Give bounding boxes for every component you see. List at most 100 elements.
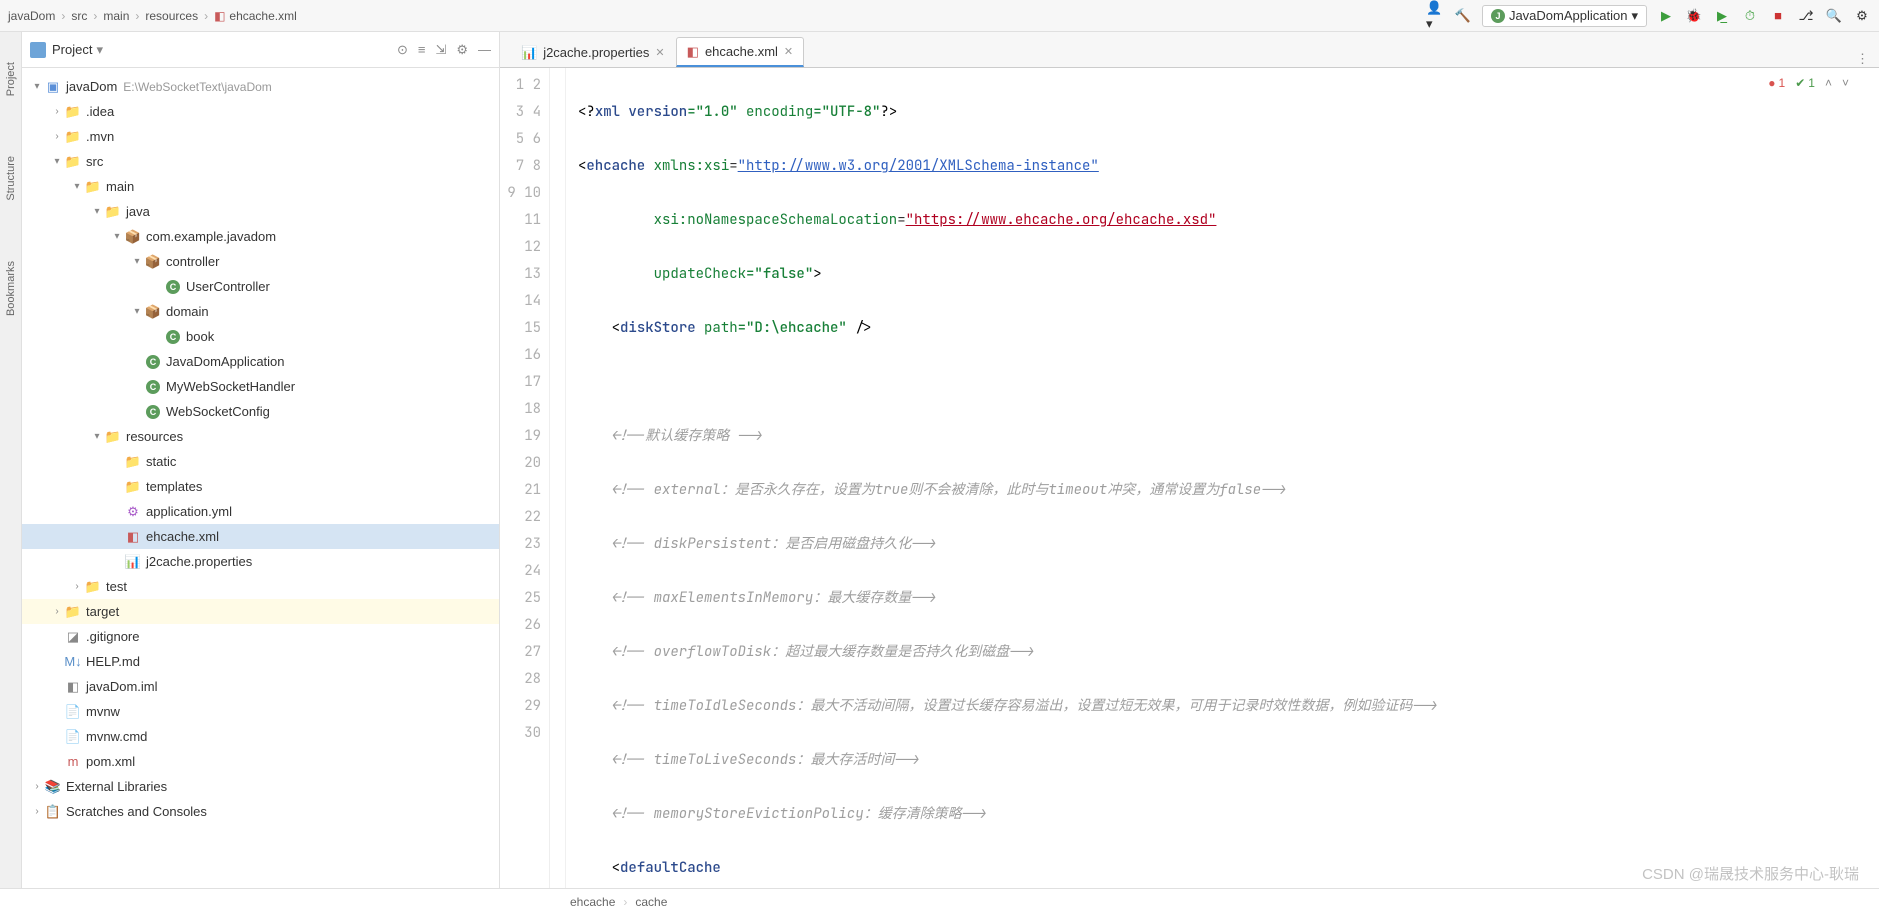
tree-root[interactable]: ▾ ▣ javaDom E:\WebSocketText\javaDom bbox=[22, 74, 499, 99]
project-tree[interactable]: ▾ ▣ javaDom E:\WebSocketText\javaDom › 📁… bbox=[22, 68, 499, 888]
tree-mvn[interactable]: › 📁 .mvn bbox=[22, 124, 499, 149]
profile-icon[interactable]: ⏱ bbox=[1741, 7, 1759, 25]
tree-ws-handler[interactable]: C MyWebSocketHandler bbox=[22, 374, 499, 399]
code-content[interactable]: <?xml version="1.0" encoding="UTF-8"?> <… bbox=[566, 68, 1879, 888]
breadcrumb-cache[interactable]: cache bbox=[635, 895, 667, 909]
expand-all-icon[interactable]: ≡ bbox=[418, 42, 426, 58]
tree-label: resources bbox=[126, 429, 183, 444]
run-icon[interactable]: ▶ bbox=[1657, 7, 1675, 25]
tree-package[interactable]: ▾ 📦 com.example.javadom bbox=[22, 224, 499, 249]
settings-icon[interactable]: ⚙ bbox=[1853, 7, 1871, 25]
tree-mvnw[interactable]: 📄 mvnw bbox=[22, 699, 499, 724]
code-editor[interactable]: 1 2 3 4 5 6 7 8 9 10 11 12 13 14 15 16 1… bbox=[500, 68, 1879, 888]
stop-icon[interactable]: ■ bbox=[1769, 7, 1787, 25]
run-configuration-dropdown[interactable]: J JavaDomApplication ▾ bbox=[1482, 5, 1647, 27]
select-opened-file-icon[interactable]: ⊙ bbox=[397, 42, 408, 58]
close-icon[interactable]: ✕ bbox=[784, 45, 793, 58]
tree-user-controller[interactable]: C UserController bbox=[22, 274, 499, 299]
structure-tool-tab[interactable]: Structure bbox=[5, 156, 17, 201]
run-config-label: JavaDomApplication bbox=[1509, 8, 1628, 23]
tree-label: HELP.md bbox=[86, 654, 140, 669]
tree-label: javaDom.iml bbox=[86, 679, 158, 694]
breadcrumb-ehcache[interactable]: ehcache bbox=[570, 895, 615, 909]
collapse-all-icon[interactable]: ⇲ bbox=[435, 42, 446, 58]
chevron-down-icon[interactable]: ▾ bbox=[90, 431, 104, 442]
tree-label: javaDom bbox=[66, 79, 117, 94]
tree-gitignore[interactable]: ◪ .gitignore bbox=[22, 624, 499, 649]
tree-label: pom.xml bbox=[86, 754, 135, 769]
project-panel-title: Project bbox=[52, 42, 92, 57]
tree-label: main bbox=[106, 179, 134, 194]
folder-icon: 📁 bbox=[124, 479, 142, 495]
tree-label: JavaDomApplication bbox=[166, 354, 285, 369]
tree-javadom-app[interactable]: C JavaDomApplication bbox=[22, 349, 499, 374]
tree-resources[interactable]: ▾ 📁 resources bbox=[22, 424, 499, 449]
chevron-down-icon[interactable]: ▾ bbox=[50, 156, 64, 167]
tree-templates[interactable]: 📁 templates bbox=[22, 474, 499, 499]
tree-java[interactable]: ▾ 📁 java bbox=[22, 199, 499, 224]
chevron-right-icon[interactable]: › bbox=[50, 606, 64, 617]
search-icon[interactable]: 🔍 bbox=[1825, 7, 1843, 25]
breadcrumb-src[interactable]: src bbox=[71, 9, 87, 23]
folder-icon: 📁 bbox=[84, 179, 102, 195]
file-icon: 📄 bbox=[64, 729, 82, 745]
debug-icon[interactable]: 🐞 bbox=[1685, 7, 1703, 25]
tree-label: Scratches and Consoles bbox=[66, 804, 207, 819]
tree-j2cache[interactable]: 📊 j2cache.properties bbox=[22, 549, 499, 574]
tab-j2cache[interactable]: 📊 j2cache.properties ✕ bbox=[510, 37, 676, 67]
chevron-down-icon[interactable]: ▾ bbox=[110, 231, 124, 242]
hide-icon[interactable]: — bbox=[478, 42, 491, 58]
tree-pom[interactable]: m pom.xml bbox=[22, 749, 499, 774]
tree-help[interactable]: M↓ HELP.md bbox=[22, 649, 499, 674]
fold-gutter[interactable] bbox=[550, 68, 566, 888]
tree-scratches[interactable]: › 📋 Scratches and Consoles bbox=[22, 799, 499, 824]
properties-file-icon: 📊 bbox=[124, 554, 142, 570]
chevron-down-icon[interactable]: ▾ bbox=[70, 181, 84, 192]
xml-file-icon: ◧ bbox=[687, 44, 699, 60]
chevron-down-icon[interactable]: ▾ bbox=[30, 81, 44, 92]
tree-src[interactable]: ▾ 📁 src bbox=[22, 149, 499, 174]
tree-iml[interactable]: ◧ javaDom.iml bbox=[22, 674, 499, 699]
chevron-right-icon[interactable]: › bbox=[70, 581, 84, 592]
tree-book[interactable]: C book bbox=[22, 324, 499, 349]
settings-icon[interactable]: ⚙ bbox=[456, 42, 468, 58]
build-icon[interactable]: 🔨 bbox=[1454, 7, 1472, 25]
chevron-right-icon[interactable]: › bbox=[50, 106, 64, 117]
chevron-right-icon[interactable]: › bbox=[50, 131, 64, 142]
coverage-icon[interactable]: ▶̲ bbox=[1713, 7, 1731, 25]
tree-idea[interactable]: › 📁 .idea bbox=[22, 99, 499, 124]
resources-folder-icon: 📁 bbox=[104, 429, 122, 445]
chevron-down-icon[interactable]: ▾ bbox=[130, 306, 144, 317]
bookmarks-tool-tab[interactable]: Bookmarks bbox=[5, 261, 17, 316]
chevron-down-icon[interactable]: ▾ bbox=[90, 206, 104, 217]
breadcrumb-resources[interactable]: resources bbox=[145, 9, 198, 23]
tree-target[interactable]: › 📁 target bbox=[22, 599, 499, 624]
folder-icon: 📁 bbox=[64, 104, 82, 120]
tree-test[interactable]: › 📁 test bbox=[22, 574, 499, 599]
chevron-down-icon[interactable]: ▾ bbox=[130, 256, 144, 267]
chevron-right-icon: › bbox=[61, 9, 65, 23]
tab-menu-icon[interactable]: ⋮ bbox=[1846, 51, 1879, 67]
tree-main[interactable]: ▾ 📁 main bbox=[22, 174, 499, 199]
close-icon[interactable]: ✕ bbox=[655, 46, 664, 59]
user-icon[interactable]: 👤▾ bbox=[1426, 7, 1444, 25]
breadcrumb-root[interactable]: javaDom bbox=[8, 9, 55, 23]
tree-static[interactable]: 📁 static bbox=[22, 449, 499, 474]
tree-mvnw-cmd[interactable]: 📄 mvnw.cmd bbox=[22, 724, 499, 749]
chevron-down-icon[interactable]: ▾ bbox=[96, 42, 103, 58]
tree-controller[interactable]: ▾ 📦 controller bbox=[22, 249, 499, 274]
tree-app-yml[interactable]: ⚙ application.yml bbox=[22, 499, 499, 524]
breadcrumb-main[interactable]: main bbox=[103, 9, 129, 23]
chevron-right-icon[interactable]: › bbox=[30, 806, 44, 817]
tree-domain[interactable]: ▾ 📦 domain bbox=[22, 299, 499, 324]
tree-ws-config[interactable]: C WebSocketConfig bbox=[22, 399, 499, 424]
tree-ext-libs[interactable]: › 📚 External Libraries bbox=[22, 774, 499, 799]
chevron-right-icon[interactable]: › bbox=[30, 781, 44, 792]
java-class-icon: C bbox=[144, 405, 162, 419]
tree-ehcache[interactable]: ◧ ehcache.xml bbox=[22, 524, 499, 549]
tree-label: .idea bbox=[86, 104, 114, 119]
breadcrumb-file[interactable]: ehcache.xml bbox=[229, 9, 296, 23]
git-icon[interactable]: ⎇ bbox=[1797, 7, 1815, 25]
tab-ehcache[interactable]: ◧ ehcache.xml ✕ bbox=[676, 37, 805, 67]
project-tool-tab[interactable]: Project bbox=[5, 62, 17, 96]
